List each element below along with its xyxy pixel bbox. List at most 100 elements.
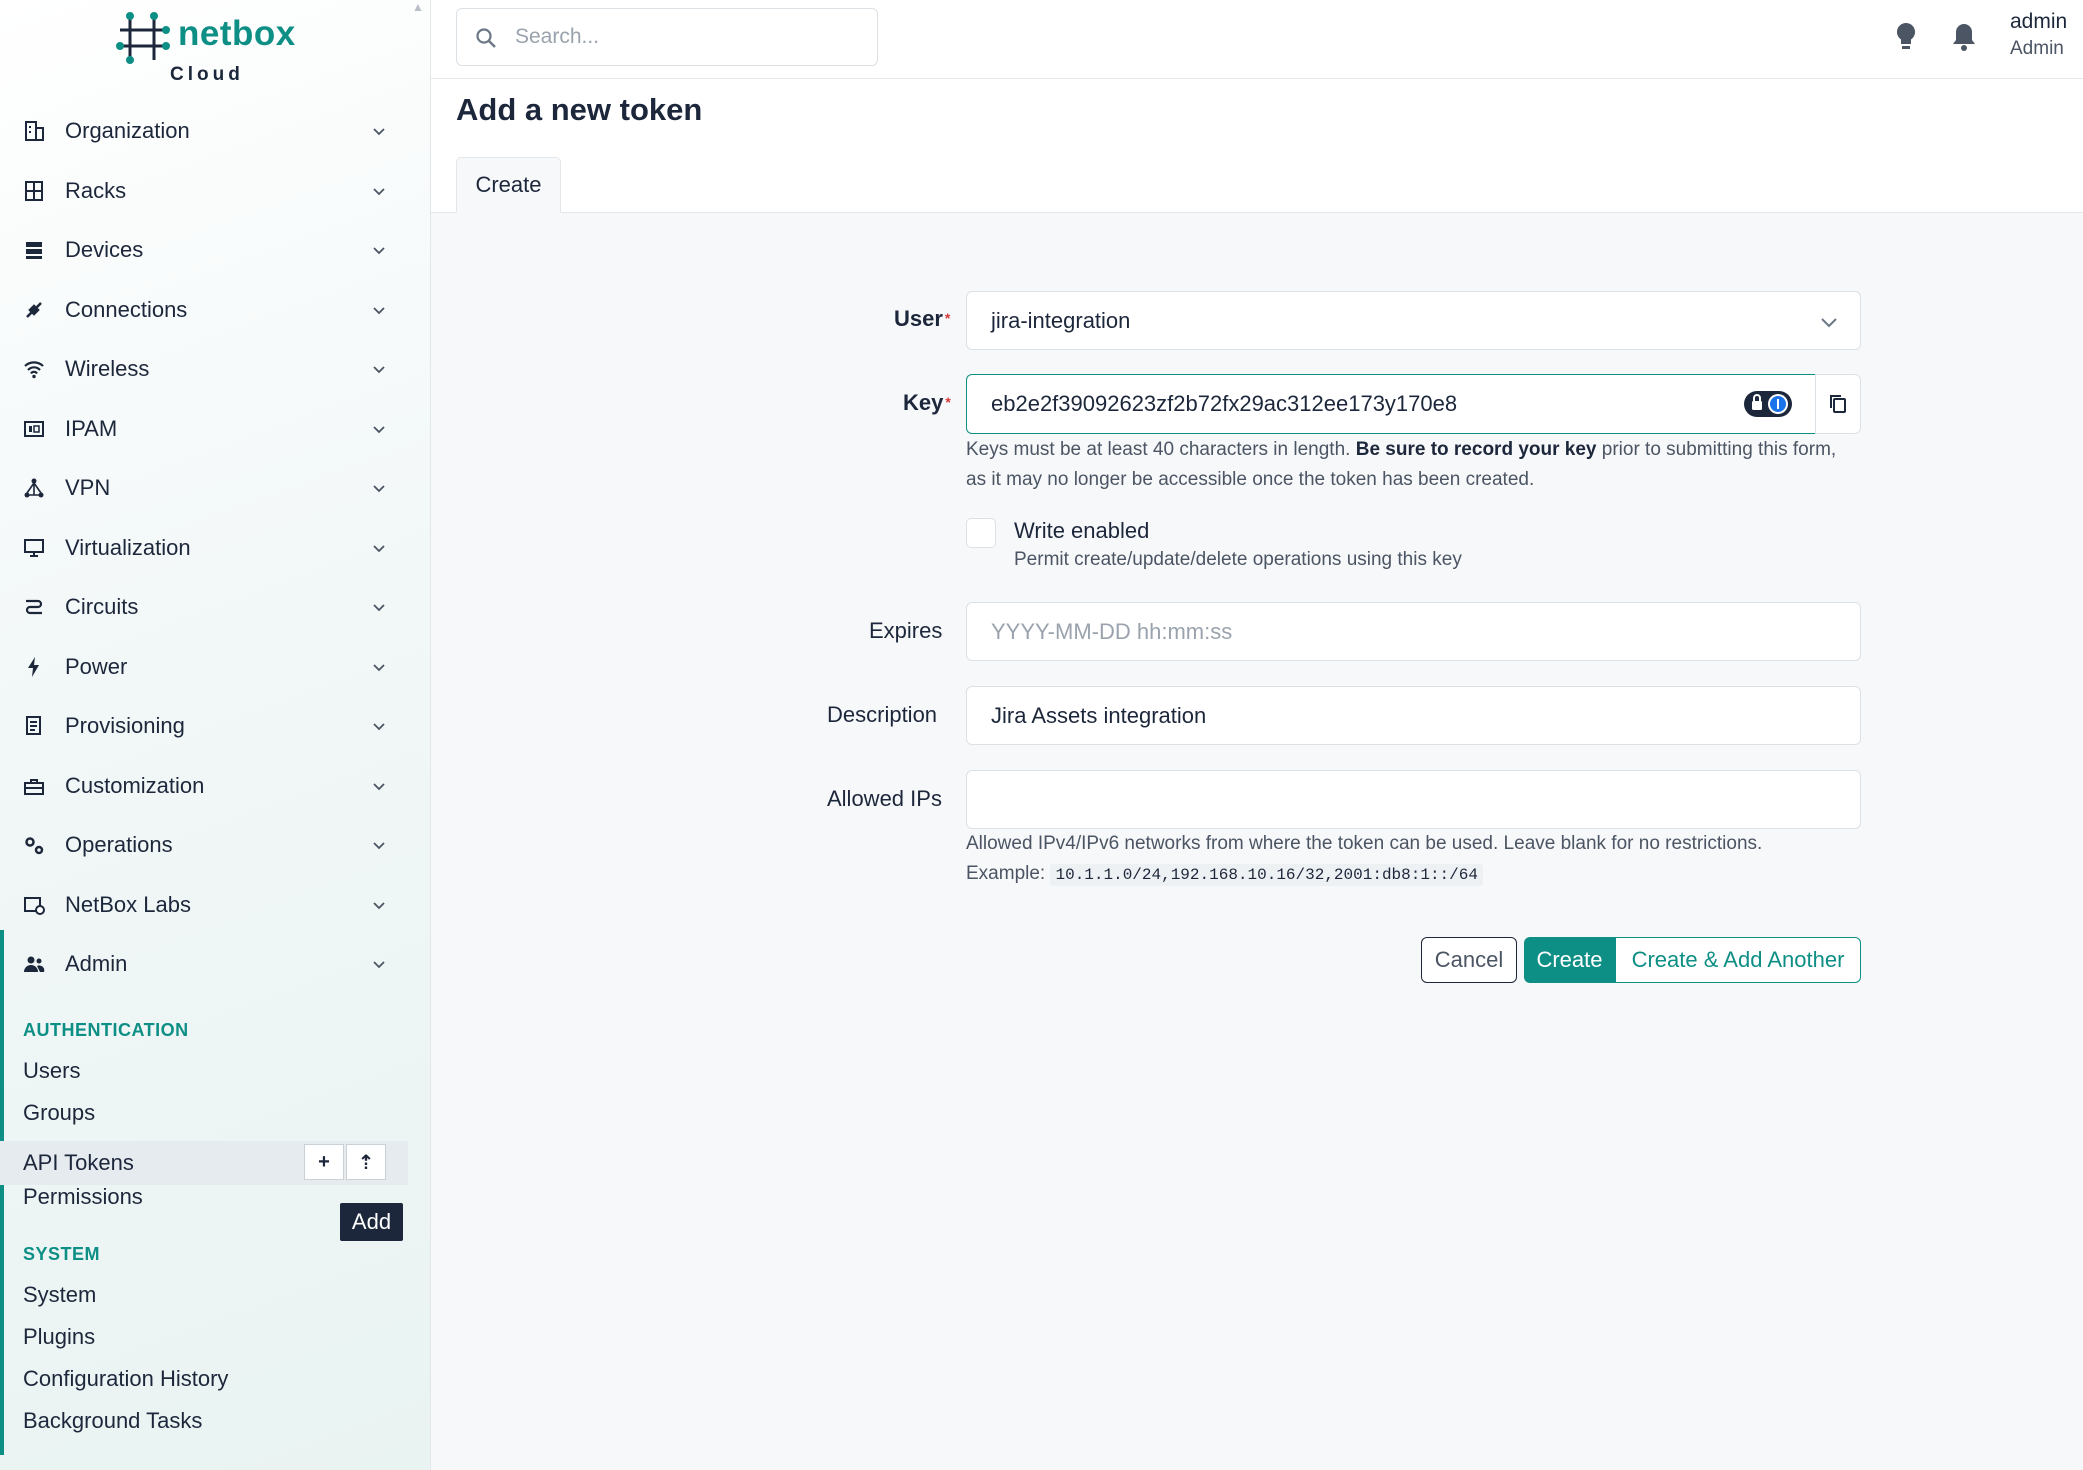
- sidebar-item-plugins[interactable]: Plugins: [0, 1317, 408, 1357]
- server-icon: [26, 242, 42, 259]
- chevron-down-icon: [373, 544, 385, 552]
- circuit-icon: [25, 599, 43, 615]
- toolbox-icon: [24, 778, 44, 795]
- file-icon: [26, 716, 41, 735]
- sidebar-item-label: Groups: [23, 1100, 96, 1125]
- required-mark: *: [945, 394, 951, 410]
- key-input[interactable]: eb2e2f39092623zf2b72fx29ac312ee173y170e8: [966, 374, 1815, 434]
- sidebar-item-vpn[interactable]: VPN: [0, 460, 420, 516]
- copy-icon: [1830, 395, 1846, 413]
- user-select[interactable]: jira-integration: [966, 291, 1861, 350]
- page-title: Add a new token: [456, 92, 703, 127]
- sidebar-item-label: Admin: [65, 951, 128, 976]
- section-system: SYSTEM: [23, 1244, 101, 1264]
- tab-create[interactable]: Create: [456, 157, 561, 213]
- sidebar-item-groups[interactable]: Groups: [0, 1093, 408, 1133]
- sidebar-item-label: Devices: [65, 237, 144, 262]
- user-role: Admin: [2010, 38, 2064, 59]
- brand-sub: Cloud: [170, 64, 244, 85]
- sidebar-item-configuration-history[interactable]: Configuration History: [0, 1359, 408, 1399]
- copy-key-button[interactable]: [1815, 374, 1861, 434]
- chevron-down-icon: [373, 425, 385, 433]
- allowed-ips-field[interactable]: [966, 770, 1861, 829]
- vpn-icon: [24, 478, 44, 498]
- sidebar-item-wireless[interactable]: Wireless: [0, 341, 420, 397]
- password-manager-icon[interactable]: [1743, 390, 1793, 418]
- bell-icon[interactable]: [1949, 20, 1979, 54]
- sidebar-item-background-tasks[interactable]: Background Tasks: [0, 1401, 408, 1441]
- import-token-button[interactable]: ⇡: [346, 1144, 386, 1180]
- allowed-ips-example: 10.1.1.0/24,192.168.10.16/32,2001:db8:1:…: [1050, 864, 1483, 886]
- sidebar-item-virtualization[interactable]: Virtualization: [0, 520, 420, 576]
- tabs-divider: [431, 212, 2083, 213]
- sidebar-item-label: Users: [23, 1058, 81, 1083]
- cancel-button[interactable]: Cancel: [1421, 937, 1517, 983]
- description-label: Description: [827, 702, 938, 727]
- users-icon: [24, 956, 45, 972]
- sidebar-item-organization[interactable]: Organization: [0, 103, 420, 159]
- scroll-up-arrow[interactable]: ▲: [412, 0, 428, 14]
- sidebar-item-ipam[interactable]: IPAM: [0, 401, 420, 457]
- netbox-logo[interactable]: netbox Cloud: [116, 12, 296, 88]
- bolt-icon: [28, 656, 39, 677]
- key-value: eb2e2f39092623zf2b72fx29ac312ee173y170e8: [991, 391, 1458, 416]
- chevron-down-icon: [373, 782, 385, 790]
- sidebar-item-operations[interactable]: Operations: [0, 817, 420, 873]
- add-token-button[interactable]: +: [304, 1144, 344, 1180]
- chevron-down-icon: [373, 366, 385, 374]
- sidebar-item-label: Connections: [65, 296, 188, 322]
- sidebar-item-label: API Tokens: [23, 1150, 134, 1175]
- sidebar-item-label: Power: [65, 653, 128, 679]
- key-help-bold: Be sure to record your key: [1355, 439, 1597, 460]
- sidebar-item-label: Provisioning: [65, 713, 185, 738]
- lightbulb-icon[interactable]: [1891, 20, 1921, 54]
- chevron-down-icon: [373, 901, 385, 909]
- building-icon: [25, 121, 44, 141]
- sidebar-item-netbox-labs[interactable]: NetBox Labs: [0, 877, 420, 933]
- user-select-value: jira-integration: [991, 308, 1131, 333]
- sidebar-item-users[interactable]: Users: [0, 1051, 408, 1091]
- sidebar-item-label: Background Tasks: [23, 1408, 203, 1433]
- sidebar-item-label: Customization: [65, 772, 205, 798]
- sidebar-item-devices[interactable]: Devices: [0, 222, 420, 278]
- sidebar-item-label: Circuits: [65, 594, 139, 619]
- sidebar-item-connections[interactable]: Connections: [0, 282, 420, 338]
- sidebar-item-label: Plugins: [23, 1324, 96, 1349]
- create-button[interactable]: Create: [1524, 937, 1615, 983]
- sidebar-item-customization[interactable]: Customization: [0, 758, 420, 814]
- sidebar-item-racks[interactable]: Racks: [0, 163, 420, 219]
- chevron-down-icon: [373, 485, 385, 493]
- chevron-down-icon: [373, 247, 385, 255]
- sidebar-item-admin[interactable]: Admin: [0, 930, 420, 992]
- key-help-1: Keys must be at least 40 characters in l…: [966, 439, 1351, 460]
- ip-icon: [24, 420, 44, 437]
- chevron-down-icon: [373, 842, 385, 850]
- create-and-add-another-button[interactable]: Create & Add Another: [1615, 937, 1861, 983]
- gears-icon: [25, 837, 44, 855]
- description-field[interactable]: Jira Assets integration: [966, 686, 1861, 745]
- sidebar-item-system[interactable]: System: [0, 1275, 408, 1315]
- sidebar-item-label: VPN: [65, 475, 111, 500]
- chevron-down-icon: [373, 663, 385, 671]
- sidebar-item-provisioning[interactable]: Provisioning: [0, 698, 420, 754]
- sidebar-item-label: Racks: [65, 177, 127, 203]
- labs-icon: [24, 896, 45, 915]
- sidebar-item-label: Virtualization: [65, 534, 191, 560]
- sidebar-item-power[interactable]: Power: [0, 639, 420, 695]
- chevron-down-icon: [373, 604, 385, 612]
- chevron-down-icon: [373, 187, 385, 195]
- sidebar-item-label: Organization: [65, 118, 190, 143]
- search-box[interactable]: [456, 8, 878, 66]
- search-icon: [476, 28, 496, 48]
- sidebar-item-circuits[interactable]: Circuits: [0, 579, 420, 635]
- sidebar-item-label: IPAM: [65, 415, 118, 441]
- top-bar: admin Admin: [431, 0, 2083, 79]
- chevron-down-icon: [373, 306, 385, 314]
- expires-field[interactable]: YYYY-MM-DD hh:mm:ss: [966, 602, 1861, 661]
- description-value: Jira Assets integration: [991, 703, 1207, 728]
- write-enabled-label[interactable]: Write enabled: [1014, 518, 1149, 544]
- user-name[interactable]: admin: [2010, 10, 2067, 34]
- write-enabled-checkbox[interactable]: [966, 518, 996, 548]
- chevron-down-icon: [373, 723, 385, 731]
- search-input[interactable]: [515, 21, 855, 53]
